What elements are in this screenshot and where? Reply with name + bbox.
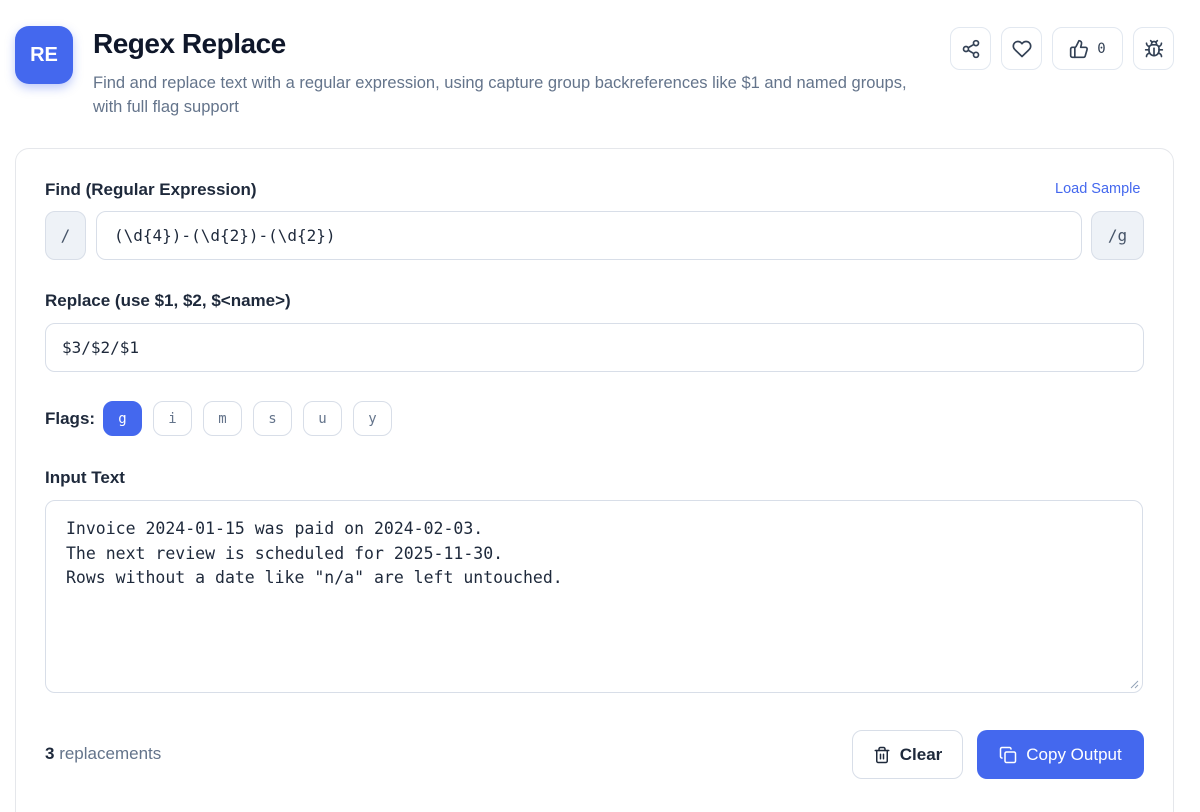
flag-s-toggle[interactable]: s bbox=[253, 401, 292, 436]
flag-g-toggle[interactable]: g bbox=[103, 401, 142, 436]
clear-button[interactable]: Clear bbox=[852, 730, 963, 779]
report-bug-button[interactable] bbox=[1133, 27, 1174, 70]
like-button[interactable]: 0 bbox=[1052, 27, 1123, 70]
favorite-button[interactable] bbox=[1001, 27, 1042, 70]
page-subtitle: Find and replace text with a regular exp… bbox=[93, 74, 907, 116]
regex-suffix: /g bbox=[1091, 211, 1144, 260]
thumbs-up-icon bbox=[1070, 39, 1089, 58]
app-logo: RE bbox=[15, 26, 73, 84]
trash-icon bbox=[874, 746, 890, 763]
share-button[interactable] bbox=[950, 27, 991, 70]
flag-i-toggle[interactable]: i bbox=[153, 401, 192, 436]
like-count: 0 bbox=[1097, 40, 1106, 57]
copy-icon bbox=[1000, 746, 1017, 763]
input-textarea[interactable]: Invoice 2024-01-15 was paid on 2024-02-0… bbox=[45, 500, 1143, 693]
share-icon bbox=[962, 39, 979, 58]
regex-input[interactable]: (\d{4})-(\d{2})-(\d{2}) bbox=[96, 211, 1082, 260]
find-label: Find (Regular Expression) bbox=[45, 180, 257, 199]
replace-label: Replace (use $1, $2, $<name>) bbox=[45, 291, 291, 310]
bug-icon bbox=[1144, 39, 1163, 57]
replace-input[interactable]: $3/$2/$1 bbox=[45, 323, 1144, 372]
flags-label: Flags: bbox=[45, 409, 96, 428]
clear-label: Clear bbox=[899, 744, 943, 764]
replacement-label: replacements bbox=[54, 744, 162, 763]
page-title: Regex Replace bbox=[93, 28, 286, 59]
flag-m-toggle[interactable]: m bbox=[203, 401, 242, 436]
copy-output-label: Copy Output bbox=[1026, 744, 1122, 764]
resize-handle-icon[interactable] bbox=[1129, 679, 1139, 689]
heart-icon bbox=[1012, 40, 1031, 57]
copy-output-button[interactable]: Copy Output bbox=[977, 730, 1144, 779]
flag-y-toggle[interactable]: y bbox=[353, 401, 392, 436]
flag-u-toggle[interactable]: u bbox=[303, 401, 342, 436]
input-text-label: Input Text bbox=[45, 468, 125, 487]
replacement-stat: 3 replacements bbox=[45, 744, 161, 764]
regex-prefix: / bbox=[45, 211, 86, 260]
load-sample-link[interactable]: Load Sample bbox=[1055, 181, 1140, 197]
input-text-content: Invoice 2024-01-15 was paid on 2024-02-0… bbox=[66, 519, 563, 587]
